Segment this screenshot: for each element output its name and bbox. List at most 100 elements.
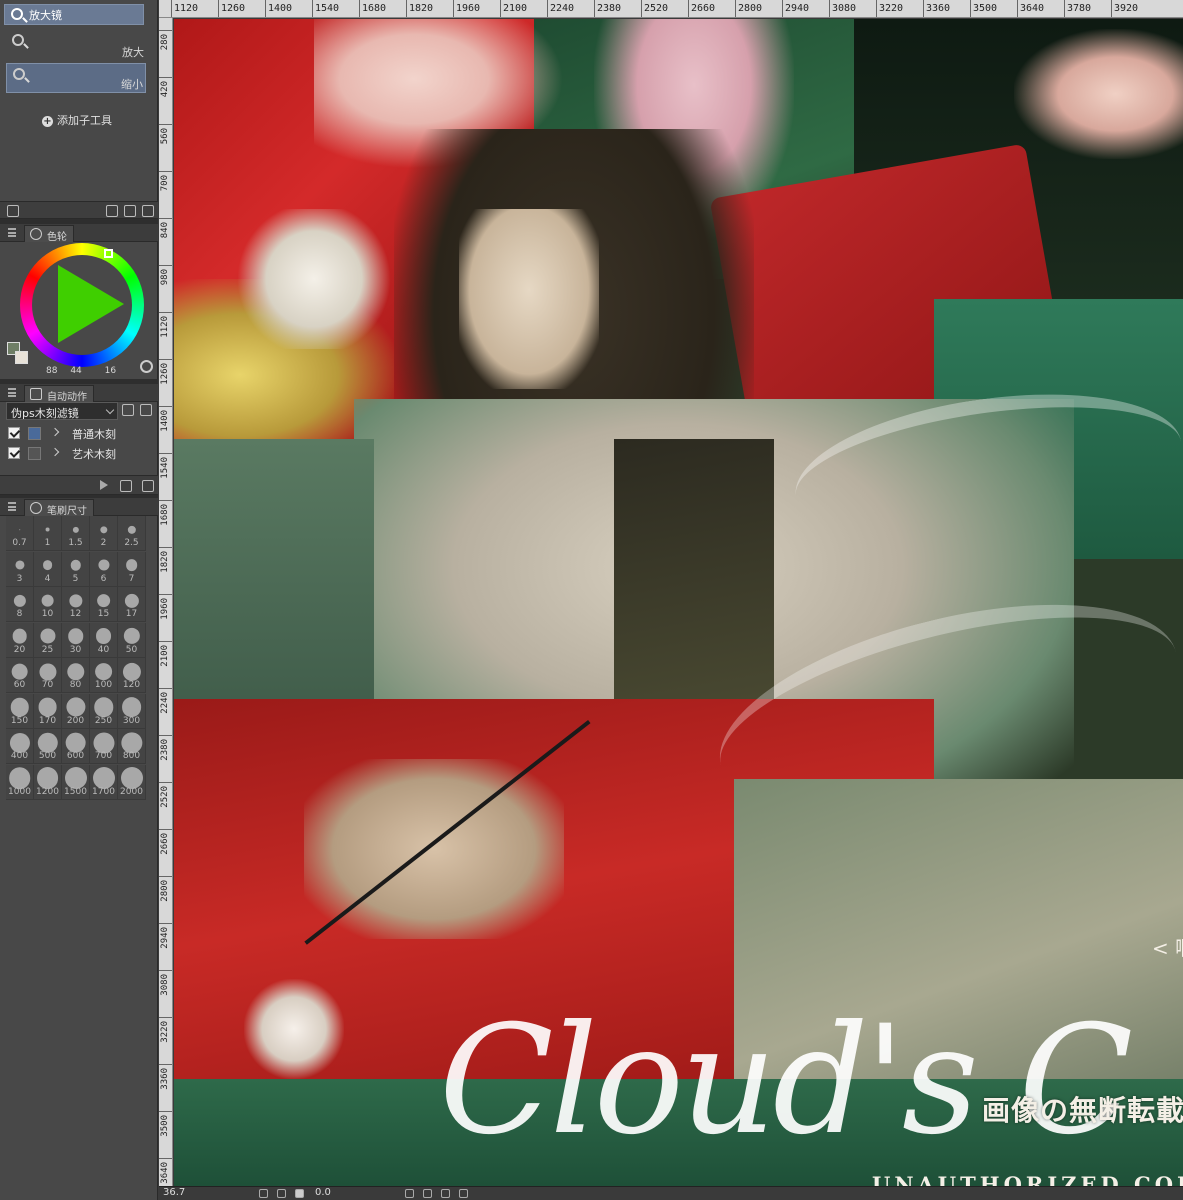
brush-dot-icon <box>12 628 27 644</box>
menu-icon[interactable] <box>8 388 16 397</box>
ruler-tick <box>218 0 219 17</box>
brush-size-preset[interactable]: 17 <box>118 587 146 622</box>
color-wheel[interactable] <box>20 243 144 367</box>
trash-icon[interactable] <box>142 205 154 217</box>
ruler-label: 2940 <box>785 3 810 14</box>
brush-size-preset[interactable]: 800 <box>118 729 146 764</box>
brush-size-label: 60 <box>13 680 26 690</box>
tab-brush-size[interactable]: 笔刷尺寸 <box>24 499 94 517</box>
brush-size-preset[interactable]: 4 <box>34 551 62 587</box>
brush-size-preset[interactable]: 0.7 <box>6 516 34 551</box>
tab-auto-action[interactable]: 自动动作 <box>24 385 94 403</box>
brush-size-preset[interactable]: 10 <box>34 587 62 622</box>
brush-size-preset[interactable]: 500 <box>34 729 62 764</box>
brush-size-preset[interactable]: 8 <box>6 587 34 622</box>
brush-size-preset[interactable]: 70 <box>34 658 62 693</box>
ruler-label: 560 <box>160 128 170 145</box>
canvas-artwork[interactable]: Cloud's C < 啊云 & 私人稿件 画像の無断転載・複製を UNAUTH… <box>174 19 1183 1186</box>
brush-size-preset[interactable]: 200 <box>62 693 90 729</box>
brush-size-preset[interactable]: 20 <box>6 622 34 658</box>
brush-size-preset[interactable]: 80 <box>62 658 90 693</box>
brush-size-preset[interactable]: 120 <box>118 658 146 693</box>
brush-size-preset[interactable]: 600 <box>62 729 90 764</box>
brush-size-preset[interactable]: 150 <box>6 693 34 729</box>
brush-size-preset[interactable]: 2 <box>90 516 118 551</box>
folder-icon[interactable] <box>122 404 134 416</box>
ruler-tick <box>159 171 172 172</box>
ruler-label: 3640 <box>160 1162 170 1184</box>
brush-size-preset[interactable]: 1000 <box>6 764 34 800</box>
brush-size-preset[interactable]: 100 <box>90 658 118 693</box>
brush-size-preset[interactable]: 5 <box>62 551 90 587</box>
action-set-select[interactable]: 伪ps木刻滤镜 <box>6 402 118 420</box>
rotate-left-icon[interactable] <box>405 1189 414 1198</box>
brush-size-preset[interactable]: 6 <box>90 551 118 587</box>
brush-size-preset[interactable]: 1 <box>34 516 62 551</box>
sub-color-swatch[interactable] <box>15 351 28 364</box>
brush-size-preset[interactable]: 15 <box>90 587 118 622</box>
duplicate-icon[interactable] <box>124 205 136 217</box>
record-icon[interactable] <box>120 480 132 492</box>
zoom-value[interactable]: 36.7 <box>163 1187 185 1198</box>
action-row[interactable]: 艺术木刻 <box>4 444 154 464</box>
brush-size-preset[interactable]: 25 <box>34 622 62 658</box>
dialog-toggle-icon[interactable] <box>28 427 41 440</box>
tab-color-wheel[interactable]: 色轮 <box>24 225 74 243</box>
chevron-right-icon[interactable] <box>50 447 60 457</box>
dialog-toggle-icon[interactable] <box>28 447 41 460</box>
brush-size-label: 25 <box>41 644 54 655</box>
ruler-tick <box>159 782 172 783</box>
menu-icon[interactable] <box>8 502 16 511</box>
brush-size-preset[interactable]: 300 <box>118 693 146 729</box>
rotation-value[interactable]: 0.0 <box>315 1187 331 1198</box>
brush-size-preset[interactable]: 7 <box>118 551 146 587</box>
rotate-right-icon[interactable] <box>423 1189 432 1198</box>
add-subtool-button[interactable]: + 添加子工具 <box>42 112 112 128</box>
ruler-horizontal[interactable]: 1120 1260 1400 1540 1680 1820 1960 2100 2240 2380… <box>159 0 1183 18</box>
saturation-triangle[interactable] <box>58 265 124 343</box>
reset-rotation-icon[interactable] <box>441 1189 450 1198</box>
zoom-in-icon[interactable] <box>277 1189 286 1198</box>
brush-size-preset[interactable]: 60 <box>6 658 34 693</box>
settings-icon[interactable] <box>7 205 19 217</box>
brush-size-preset[interactable]: 250 <box>90 693 118 729</box>
hue-handle[interactable] <box>104 249 113 258</box>
brush-size-preset[interactable]: 3 <box>6 551 34 587</box>
brush-size-preset[interactable]: 2.5 <box>118 516 146 551</box>
white-flower <box>234 209 394 349</box>
enable-checkbox[interactable] <box>8 447 20 459</box>
brush-dot-icon <box>122 662 141 681</box>
flip-icon[interactable] <box>459 1189 468 1198</box>
brush-size-preset[interactable]: 40 <box>90 622 118 658</box>
brush-size-preset[interactable]: 1200 <box>34 764 62 800</box>
action-row[interactable]: 普通木刻 <box>4 424 154 444</box>
tool-name-field[interactable]: 放大镜 <box>4 4 144 25</box>
ruler-vertical[interactable]: 280 420 560 700 840 980 1120 1260 1400 1540 1680 18… <box>159 18 173 1186</box>
brush-size-preset[interactable]: 1.5 <box>62 516 90 551</box>
brush-size-preset[interactable]: 1500 <box>62 764 90 800</box>
import-icon[interactable] <box>106 205 118 217</box>
brush-size-preset[interactable]: 30 <box>62 622 90 658</box>
ruler-label: 2660 <box>691 3 716 14</box>
fit-icon[interactable] <box>295 1189 304 1198</box>
brush-size-preset[interactable]: 1700 <box>90 764 118 800</box>
menu-icon[interactable] <box>8 228 16 237</box>
ruler-label: 1120 <box>160 316 170 338</box>
play-icon[interactable] <box>100 480 108 490</box>
brush-size-preset[interactable]: 12 <box>62 587 90 622</box>
brush-size-preset[interactable]: 700 <box>90 729 118 764</box>
brush-size-preset[interactable]: 2000 <box>118 764 146 800</box>
import-icon[interactable] <box>140 404 152 416</box>
subtool-zoom-in[interactable]: 放大 <box>6 30 146 60</box>
trash-icon[interactable] <box>142 480 154 492</box>
zoom-out-icon[interactable] <box>259 1189 268 1198</box>
ruler-label: 3360 <box>926 3 951 14</box>
enable-checkbox[interactable] <box>8 427 20 439</box>
brush-size-preset[interactable]: 50 <box>118 622 146 658</box>
brush-size-preset[interactable]: 170 <box>34 693 62 729</box>
brush-size-preset[interactable]: 400 <box>6 729 34 764</box>
ruler-tick <box>159 312 172 313</box>
chevron-right-icon[interactable] <box>50 427 60 437</box>
subtool-label: 缩小 <box>121 78 143 91</box>
subtool-zoom-out[interactable]: 缩小 <box>6 63 146 93</box>
